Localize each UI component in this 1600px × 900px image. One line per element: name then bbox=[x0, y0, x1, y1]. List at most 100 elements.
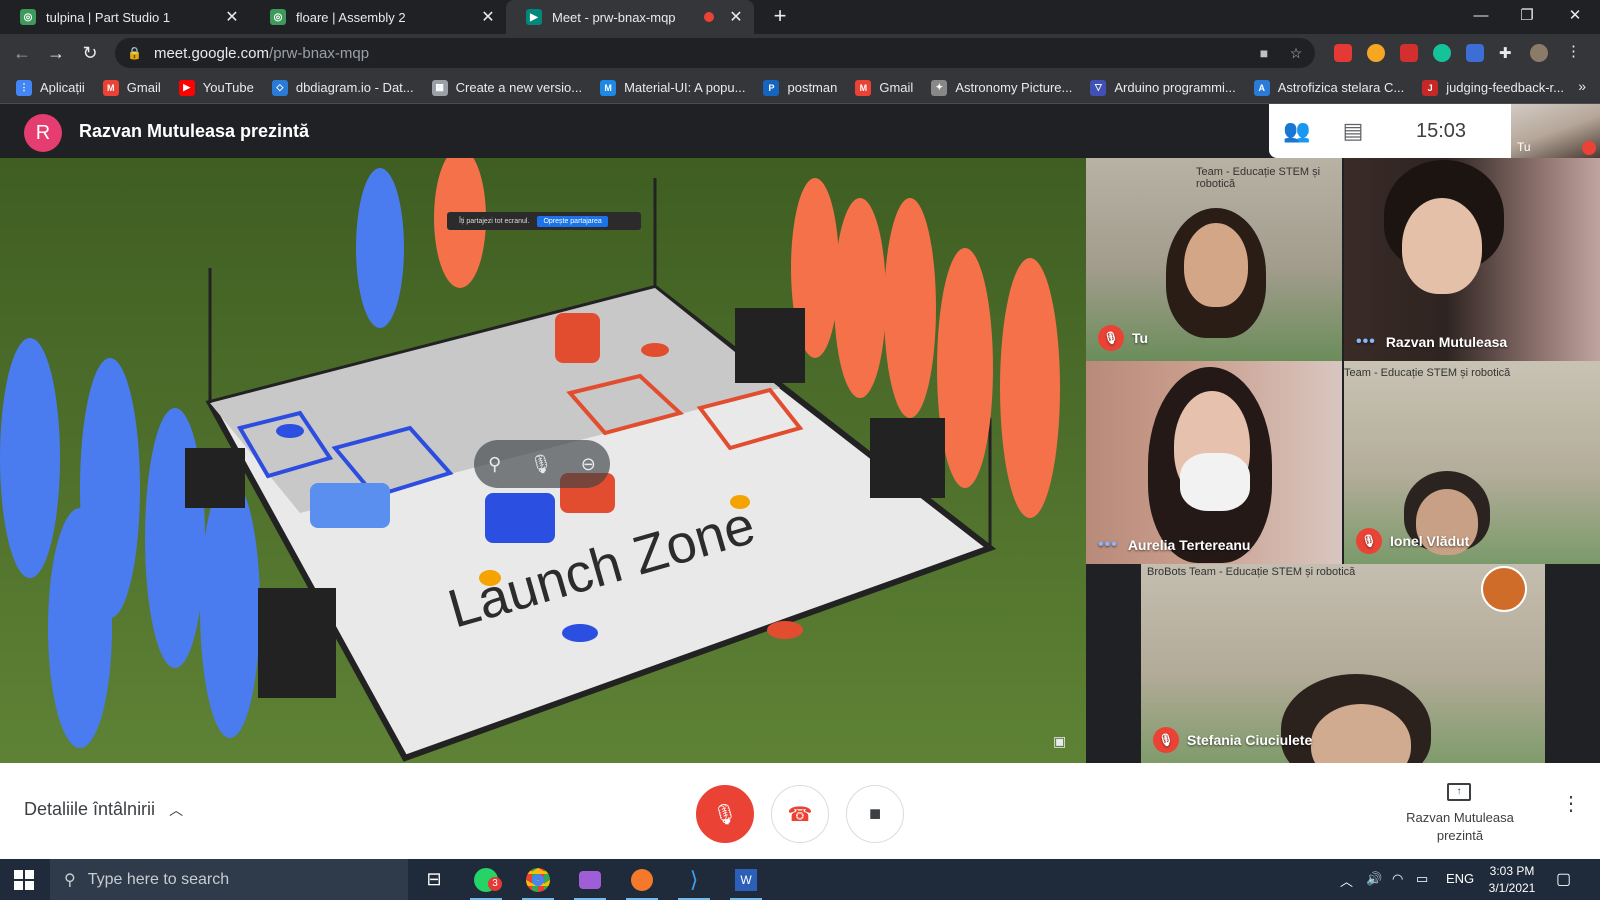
meeting-details-label: Detaliile întâlnirii bbox=[24, 799, 156, 819]
participant-tile-stefania[interactable]: BroBots Team - Educație STEM și robotică… bbox=[1141, 564, 1545, 763]
chevron-up-icon[interactable]: ︿ bbox=[1340, 871, 1353, 890]
blender-icon[interactable] bbox=[618, 859, 666, 900]
mic-off-icon[interactable]: 🎙 bbox=[530, 454, 553, 475]
more-options-icon[interactable]: ⋮ bbox=[1561, 791, 1581, 816]
extension-icon[interactable] bbox=[1367, 44, 1385, 62]
apps-grid-icon: ⋮ bbox=[16, 79, 32, 96]
meeting-details-button[interactable]: Detaliile întâlnirii ︿ bbox=[24, 799, 183, 820]
close-icon[interactable]: ✕ bbox=[480, 7, 496, 27]
extension-icon[interactable] bbox=[1466, 44, 1484, 62]
vscode-icon[interactable]: ⟩ bbox=[670, 859, 718, 900]
snip-tool-icon[interactable] bbox=[566, 859, 614, 900]
word-icon[interactable]: W bbox=[722, 859, 770, 900]
youtube-icon: ▶ bbox=[178, 79, 195, 96]
face-mask bbox=[1180, 453, 1250, 511]
participant-tile-ionel[interactable]: Team - Educație STEM și robotică 🎙 Ionel… bbox=[1344, 361, 1600, 564]
participant-tile-razvan[interactable]: ••• Razvan Mutuleasa bbox=[1344, 158, 1600, 361]
extension-icon[interactable] bbox=[1334, 44, 1352, 62]
participant-tile-tu[interactable]: Team - Educație STEM și robotică 🎙 Tu bbox=[1086, 158, 1342, 361]
bookmark-astronomy[interactable]: ✦ Astronomy Picture... bbox=[931, 79, 1073, 96]
bookmark-dbdiagram[interactable]: ◇ dbdiagram.io - Dat... bbox=[271, 79, 414, 96]
mic-off-icon: 🎙 bbox=[712, 803, 738, 826]
tab-meet[interactable]: ▶ Meet - prw-bnax-mqp ✕ bbox=[506, 0, 754, 34]
tab-floare[interactable]: ◎ floare | Assembly 2 ✕ bbox=[250, 0, 506, 34]
bookmark-label: YouTube bbox=[202, 80, 254, 95]
bookmark-judging[interactable]: Jjudging-feedback-r... bbox=[1422, 79, 1564, 96]
taskbar-time: 3:03 PM bbox=[1489, 864, 1535, 878]
self-view-thumbnail[interactable]: Tu bbox=[1511, 104, 1600, 158]
puzzle-icon[interactable]: ✚ bbox=[1499, 44, 1517, 62]
onshape-icon: ◎ bbox=[270, 9, 286, 25]
bookmark-label: Gmail bbox=[126, 80, 161, 95]
chevron-right-icon[interactable]: » bbox=[1578, 78, 1586, 94]
task-view-icon[interactable]: ⊟ bbox=[410, 859, 458, 900]
grammarly-icon[interactable] bbox=[1433, 44, 1451, 62]
camera-toggle-button[interactable]: ■ bbox=[846, 785, 904, 843]
bookmark-postman[interactable]: Ppostman bbox=[763, 79, 837, 96]
bookmark-gmail-2[interactable]: M Gmail bbox=[855, 79, 913, 96]
back-icon[interactable]: ← bbox=[10, 41, 34, 65]
participant-name-row: 🎙 Tu bbox=[1098, 325, 1148, 351]
minimize-icon[interactable]: — bbox=[1458, 0, 1504, 34]
chat-icon[interactable]: ▤ bbox=[1325, 118, 1381, 144]
extension-icon[interactable] bbox=[1400, 44, 1418, 62]
hang-up-icon: ☎ bbox=[787, 803, 813, 826]
presenting-label[interactable]: Razvan Mutuleasa prezintă bbox=[1391, 809, 1529, 845]
participant-tile-aurelia[interactable]: ••• Aurelia Tertereanu bbox=[1086, 361, 1342, 564]
remove-icon[interactable]: ⊖ bbox=[581, 454, 596, 475]
material-ui-icon: M bbox=[600, 79, 617, 96]
reload-icon[interactable]: ↻ bbox=[78, 41, 102, 65]
chrome-icon[interactable] bbox=[514, 859, 562, 900]
taskbar-clock[interactable]: 3:03 PM 3/1/2021 bbox=[1476, 863, 1548, 897]
profile-avatar[interactable] bbox=[1530, 44, 1548, 62]
mic-toggle-button[interactable]: 🎙 bbox=[696, 785, 754, 843]
bookmark-arduino[interactable]: ▽ Arduino programmi... bbox=[1090, 79, 1236, 96]
menu-icon[interactable]: ⋮ bbox=[1566, 42, 1584, 60]
bookmark-youtube[interactable]: ▶ YouTube bbox=[178, 79, 254, 96]
bookmark-label: Aplicații bbox=[40, 80, 85, 95]
participant-banner: BroBots Team - Educație STEM și robotică bbox=[1147, 566, 1356, 578]
tab-tulpina[interactable]: ◎ tulpina | Part Studio 1 ✕ bbox=[0, 0, 250, 34]
window-close-icon[interactable]: ✕ bbox=[1552, 0, 1598, 34]
close-icon[interactable]: ✕ bbox=[728, 7, 744, 27]
star-icon[interactable]: ☆ bbox=[1287, 44, 1305, 62]
windows-start-icon[interactable] bbox=[14, 870, 34, 890]
bookmark-label: Arduino programmi... bbox=[1114, 80, 1236, 95]
participant-name: Stefania Ciuciulete bbox=[1187, 732, 1313, 748]
bookmark-label: Astronomy Picture... bbox=[955, 80, 1073, 95]
stop-sharing-button[interactable]: Oprește partajarea bbox=[537, 215, 608, 227]
forward-icon[interactable]: → bbox=[44, 41, 68, 65]
search-icon: ⚲ bbox=[64, 871, 76, 889]
share-bar-text: Îți partajezi tot ecranul. bbox=[459, 217, 530, 225]
present-screen-icon[interactable]: ↑ bbox=[1447, 783, 1471, 801]
people-icon[interactable]: 👥 bbox=[1269, 118, 1325, 144]
new-tab-button[interactable]: + bbox=[768, 5, 792, 29]
bookmark-label: judging-feedback-r... bbox=[1446, 80, 1564, 95]
notifications-icon[interactable]: ▢ bbox=[1556, 869, 1571, 889]
battery-icon[interactable]: ▭ bbox=[1416, 871, 1428, 887]
restore-icon[interactable]: ❐ bbox=[1504, 0, 1550, 34]
arduino-icon: ▽ bbox=[1090, 79, 1107, 96]
postman-icon: P bbox=[763, 79, 780, 96]
wifi-icon[interactable]: ◠ bbox=[1392, 871, 1403, 887]
page-icon: ▦ bbox=[431, 79, 448, 96]
language-indicator[interactable]: ENG bbox=[1446, 871, 1474, 886]
volume-icon[interactable]: 🔊 bbox=[1366, 871, 1382, 887]
bookmark-astrofizica[interactable]: A Astrofizica stelara C... bbox=[1253, 79, 1404, 96]
leave-call-button[interactable]: ☎ bbox=[771, 785, 829, 843]
camera-icon[interactable]: ■ bbox=[1255, 44, 1273, 62]
whatsapp-icon[interactable]: 3 bbox=[462, 859, 510, 900]
taskbar-date: 3/1/2021 bbox=[1488, 881, 1536, 895]
onshape-icon: ◎ bbox=[20, 9, 36, 25]
bookmark-material-ui[interactable]: M Material-UI: A popu... bbox=[600, 79, 745, 96]
bookmark-aplicatii[interactable]: ⋮ Aplicații bbox=[16, 79, 85, 96]
mic-off-icon: 🎙 bbox=[1098, 325, 1124, 351]
tab-title: tulpina | Part Studio 1 bbox=[46, 9, 171, 25]
pin-icon[interactable]: ⚲ bbox=[488, 454, 501, 475]
meet-info-panel: 👥 ▤ 15:03 bbox=[1269, 104, 1511, 158]
bookmark-create-version[interactable]: ▦ Create a new versio... bbox=[431, 79, 582, 96]
bookmark-gmail[interactable]: M Gmail bbox=[102, 79, 161, 96]
taskbar-search-box[interactable]: ⚲ Type here to search bbox=[50, 859, 408, 900]
address-bar[interactable]: 🔒 meet.google.com/prw-bnax-mqp ■ ☆ bbox=[115, 38, 1315, 68]
close-icon[interactable]: ✕ bbox=[224, 7, 240, 27]
